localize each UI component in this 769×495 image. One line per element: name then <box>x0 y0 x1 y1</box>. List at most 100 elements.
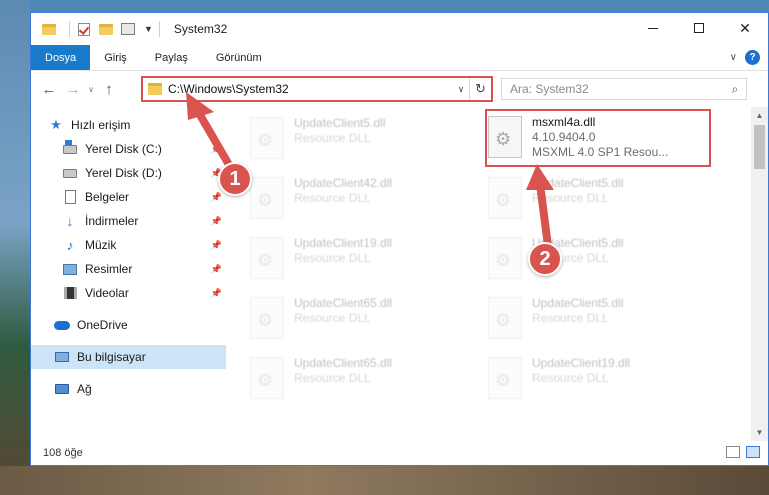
refresh-icon[interactable]: ↻ <box>469 78 491 100</box>
sidebar-item-music[interactable]: ♪ Müzik 📌 <box>31 233 226 257</box>
videos-icon <box>61 285 79 301</box>
dll-file-icon <box>250 357 284 399</box>
drive-icon <box>61 165 79 181</box>
tiles-view-icon[interactable] <box>746 446 760 458</box>
scroll-thumb[interactable] <box>754 125 765 169</box>
file-item[interactable]: UpdateClient5.dllResource DLL <box>488 173 708 223</box>
file-item[interactable]: UpdateClient42.dllResource DLL <box>250 173 470 223</box>
forward-button[interactable]: → <box>61 77 85 101</box>
sidebar-item-downloads[interactable]: ↓ İndirmeler 📌 <box>31 209 226 233</box>
quick-access-dropdown-icon[interactable]: ▼ <box>144 24 153 34</box>
file-type: Resource DLL <box>532 371 609 385</box>
address-row: ← → ∨ ↑ C:\Windows\System32 ∨ ↻ ⌕ <box>31 71 768 107</box>
address-path[interactable]: C:\Windows\System32 <box>168 82 453 96</box>
file-item[interactable]: UpdateClient19.dllResource DLL <box>488 353 708 403</box>
file-description: MSXML 4.0 SP1 Resou... <box>532 145 669 159</box>
divider <box>69 21 70 37</box>
sidebar-item-onedrive[interactable]: OneDrive <box>31 313 226 337</box>
music-icon: ♪ <box>66 237 74 253</box>
file-type: Resource DLL <box>532 191 609 205</box>
ribbon-tabs: Dosya Giriş Paylaş Görünüm ∨ ? <box>31 45 768 71</box>
sidebar-item-label: Bu bilgisayar <box>77 350 146 364</box>
file-item[interactable]: UpdateClient65.dllResource DLL <box>250 353 470 403</box>
pin-icon[interactable]: 📌 <box>211 192 222 203</box>
file-version: 4.10.9404.0 <box>532 130 596 144</box>
window-title: System32 <box>173 22 228 36</box>
search-icon[interactable]: ⌕ <box>724 82 746 97</box>
sidebar-item-label: Yerel Disk (C:) <box>85 142 162 156</box>
help-icon[interactable]: ? <box>745 50 760 65</box>
sidebar-item-this-pc[interactable]: Bu bilgisayar <box>31 345 226 369</box>
desktop-background <box>0 0 30 495</box>
pin-icon[interactable]: 📌 <box>211 216 222 227</box>
tab-view[interactable]: Görünüm <box>202 45 276 70</box>
pin-icon[interactable]: 📌 <box>211 240 222 251</box>
up-button[interactable]: ↑ <box>97 77 121 101</box>
sidebar-item-local-disk-c[interactable]: Yerel Disk (C:) 📌 <box>31 137 226 161</box>
vertical-scrollbar[interactable]: ▲ ▼ <box>751 107 768 441</box>
onedrive-icon <box>53 317 71 333</box>
navigation-pane: ★ Hızlı erişim Yerel Disk (C:) 📌 Yerel D… <box>31 107 226 441</box>
file-type: Resource DLL <box>294 371 371 385</box>
explorer-body: ★ Hızlı erişim Yerel Disk (C:) 📌 Yerel D… <box>31 107 768 441</box>
scroll-up-icon[interactable]: ▲ <box>751 107 768 124</box>
close-button[interactable]: ✕ <box>722 13 768 43</box>
file-list: UpdateClient5.dllResource DLL UpdateClie… <box>226 107 768 441</box>
properties-check-icon[interactable] <box>76 21 92 37</box>
sidebar-item-network[interactable]: Ağ <box>31 377 226 401</box>
file-name: UpdateClient42.dll <box>294 176 393 190</box>
sidebar-item-quick-access[interactable]: ★ Hızlı erişim <box>31 113 226 137</box>
sidebar-item-documents[interactable]: Belgeler 📌 <box>31 185 226 209</box>
view-buttons <box>726 446 760 458</box>
details-view-icon[interactable] <box>726 446 740 458</box>
pin-icon[interactable]: 📌 <box>211 288 222 299</box>
search-box[interactable]: ⌕ <box>501 78 747 100</box>
back-button[interactable]: ← <box>37 77 61 101</box>
pin-icon[interactable]: 📌 <box>211 144 222 155</box>
address-bar[interactable]: C:\Windows\System32 ∨ ↻ <box>141 76 493 102</box>
divider <box>158 21 160 37</box>
file-name: msxml4a.dll <box>532 115 596 129</box>
address-dropdown-icon[interactable]: ∨ <box>453 84 469 95</box>
sidebar-item-pictures[interactable]: Resimler 📌 <box>31 257 226 281</box>
search-input[interactable] <box>510 82 724 96</box>
file-item[interactable]: UpdateClient65.dllResource DLL <box>250 293 470 343</box>
file-item[interactable]: UpdateClient5.dllResource DLL <box>488 293 708 343</box>
folder-icon <box>41 21 57 37</box>
file-type: Resource DLL <box>294 311 371 325</box>
sidebar-item-local-disk-d[interactable]: Yerel Disk (D:) 📌 <box>31 161 226 185</box>
maximize-button[interactable] <box>676 13 722 43</box>
drive-icon <box>61 139 79 157</box>
dll-file-icon <box>250 297 284 339</box>
file-item[interactable]: UpdateClient19.dllResource DLL <box>250 233 470 283</box>
sidebar-item-label: Ağ <box>77 382 92 396</box>
pin-icon[interactable]: 📌 <box>211 264 222 275</box>
this-pc-icon <box>53 349 71 365</box>
item-count: 108 öğe <box>43 447 83 459</box>
file-name: UpdateClient19.dll <box>294 236 393 250</box>
file-name: UpdateClient65.dll <box>294 296 393 310</box>
recent-locations-icon[interactable]: ∨ <box>85 85 97 94</box>
tab-home[interactable]: Giriş <box>90 45 141 70</box>
ribbon-right: ∨ ? <box>730 50 760 65</box>
status-bar: 108 öğe <box>31 441 768 465</box>
folder-icon <box>148 83 162 95</box>
sidebar-item-label: Hızlı erişim <box>71 118 131 132</box>
tab-file[interactable]: Dosya <box>31 45 91 70</box>
file-explorer-window: ▼ System32 ✕ Dosya Giriş Paylaş Görünüm … <box>30 12 769 466</box>
new-folder-icon[interactable] <box>98 21 114 37</box>
file-item-msxml4a[interactable]: msxml4a.dll 4.10.9404.0 MSXML 4.0 SP1 Re… <box>488 112 708 162</box>
documents-icon <box>61 189 79 205</box>
file-item[interactable]: UpdateClient5.dllResource DLL <box>250 113 470 163</box>
sidebar-item-label: Resimler <box>85 262 133 276</box>
expand-ribbon-icon[interactable]: ∨ <box>730 52 737 63</box>
minimize-button[interactable] <box>630 13 676 43</box>
dll-file-icon <box>488 177 522 219</box>
tab-share[interactable]: Paylaş <box>141 45 202 70</box>
scroll-down-icon[interactable]: ▼ <box>751 424 768 441</box>
properties-icon[interactable] <box>120 21 136 37</box>
file-item[interactable]: UpdateClient5.dllResource DLL <box>488 233 708 283</box>
sidebar-item-videos[interactable]: Videolar 📌 <box>31 281 226 305</box>
